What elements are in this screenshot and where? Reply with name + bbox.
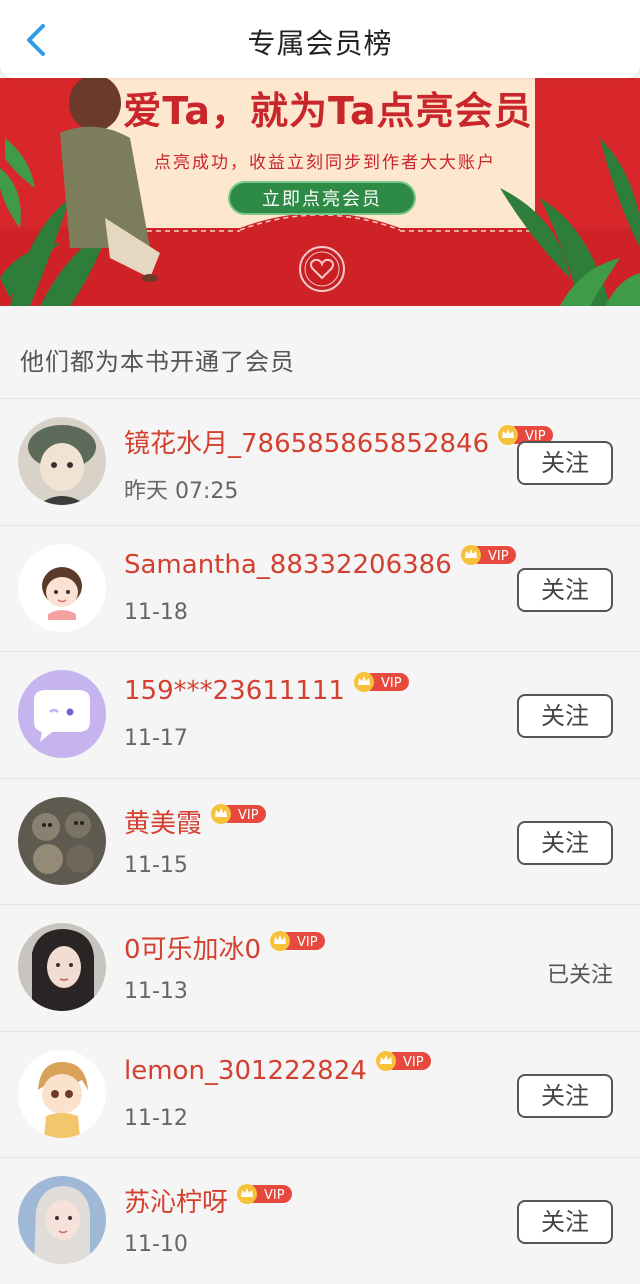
- followed-status[interactable]: 已关注: [547, 957, 613, 989]
- top-bar: 专属会员榜: [0, 0, 640, 78]
- svg-text:VIP: VIP: [264, 1188, 285, 1203]
- member-date: 11-18: [124, 599, 188, 625]
- follow-button[interactable]: 关注: [517, 567, 613, 612]
- list-item[interactable]: 苏沁柠呀 VIP 11-10 关注: [0, 1157, 640, 1284]
- svg-text:VIP: VIP: [297, 935, 318, 950]
- svg-text:VIP: VIP: [403, 1055, 424, 1070]
- avatar[interactable]: [18, 1176, 106, 1264]
- member-date: 11-12: [124, 1105, 188, 1131]
- member-date: 11-17: [124, 726, 188, 751]
- vip-badge-icon: VIP: [460, 545, 516, 565]
- heart-seal-icon: [299, 246, 345, 292]
- follow-button[interactable]: 关注: [517, 820, 613, 865]
- list-item[interactable]: lemon_301222824 VIP 11-12 关注: [0, 1030, 640, 1157]
- section-title: 他们都为本书开通了会员: [20, 348, 295, 376]
- svg-text:VIP: VIP: [488, 549, 509, 564]
- member-date: 11-13: [124, 979, 188, 1004]
- member-name[interactable]: lemon_301222824 VIP: [124, 1051, 433, 1086]
- member-name[interactable]: 0可乐加冰0 VIP: [124, 929, 327, 966]
- vip-badge-icon: VIP: [237, 1183, 293, 1204]
- member-name-text: 苏沁柠呀: [124, 1188, 229, 1218]
- member-name-text: 镜花水月_786585865852846: [124, 429, 490, 459]
- member-name-text: Samantha_88332206386: [124, 549, 452, 580]
- vip-badge-icon: VIP: [353, 671, 409, 692]
- member-date: 昨天 07:25: [124, 479, 239, 504]
- avatar[interactable]: [18, 1049, 106, 1138]
- list-item[interactable]: 黄美霞 VIP 11-15 关注: [0, 777, 640, 904]
- avatar[interactable]: [18, 670, 106, 758]
- list-item[interactable]: 159***23611111 VIP 11-17 关注: [0, 651, 640, 778]
- avatar[interactable]: [18, 543, 106, 632]
- member-list: 镜花水月_786585865852846 VIP 昨天 07:25 关注 Sama…: [0, 398, 640, 1284]
- svg-text:VIP: VIP: [381, 676, 402, 691]
- vip-badge-icon: VIP: [375, 1051, 431, 1071]
- list-item[interactable]: Samantha_88332206386 VIP 11-18 关注: [0, 524, 640, 651]
- avatar[interactable]: [18, 796, 106, 885]
- light-up-vip-button[interactable]: 立即点亮会员: [228, 181, 416, 215]
- follow-button[interactable]: 关注: [517, 694, 613, 738]
- list-item[interactable]: 0可乐加冰0 VIP 11-13 已关注: [0, 904, 640, 1031]
- promo-banner[interactable]: 爱Ta，就为Ta点亮会员 点亮成功，收益立刻同步到作者大大账户 立即点亮会员: [0, 78, 640, 306]
- vip-badge-icon: VIP: [270, 930, 326, 951]
- member-name-text: lemon_301222824: [124, 1055, 367, 1086]
- vip-badge-icon: VIP: [211, 804, 267, 824]
- member-name-text: 0可乐加冰0: [124, 935, 262, 965]
- member-date: 11-10: [124, 1232, 188, 1257]
- avatar[interactable]: [18, 417, 106, 505]
- follow-button[interactable]: 关注: [517, 1073, 613, 1118]
- member-name[interactable]: 苏沁柠呀 VIP: [124, 1182, 294, 1219]
- member-name[interactable]: 159***23611111 VIP: [124, 671, 411, 706]
- member-date: 11-15: [124, 852, 188, 878]
- member-name[interactable]: 镜花水月_786585865852846 VIP: [124, 423, 555, 460]
- member-name[interactable]: Samantha_88332206386 VIP: [124, 545, 518, 580]
- member-name-text: 黄美霞: [124, 808, 203, 839]
- avatar[interactable]: [18, 923, 106, 1011]
- svg-text:VIP: VIP: [238, 808, 259, 823]
- follow-button[interactable]: 关注: [517, 1200, 613, 1244]
- banner-subtitle: 点亮成功，收益立刻同步到作者大大账户: [154, 153, 496, 173]
- member-name-text: 159***23611111: [124, 676, 345, 706]
- banner-title: 爱Ta，就为Ta点亮会员: [123, 89, 533, 133]
- follow-button[interactable]: 关注: [517, 441, 613, 485]
- member-name[interactable]: 黄美霞 VIP: [124, 803, 268, 840]
- page-title: 专属会员榜: [247, 27, 393, 60]
- list-item[interactable]: 镜花水月_786585865852846 VIP 昨天 07:25 关注: [0, 398, 640, 525]
